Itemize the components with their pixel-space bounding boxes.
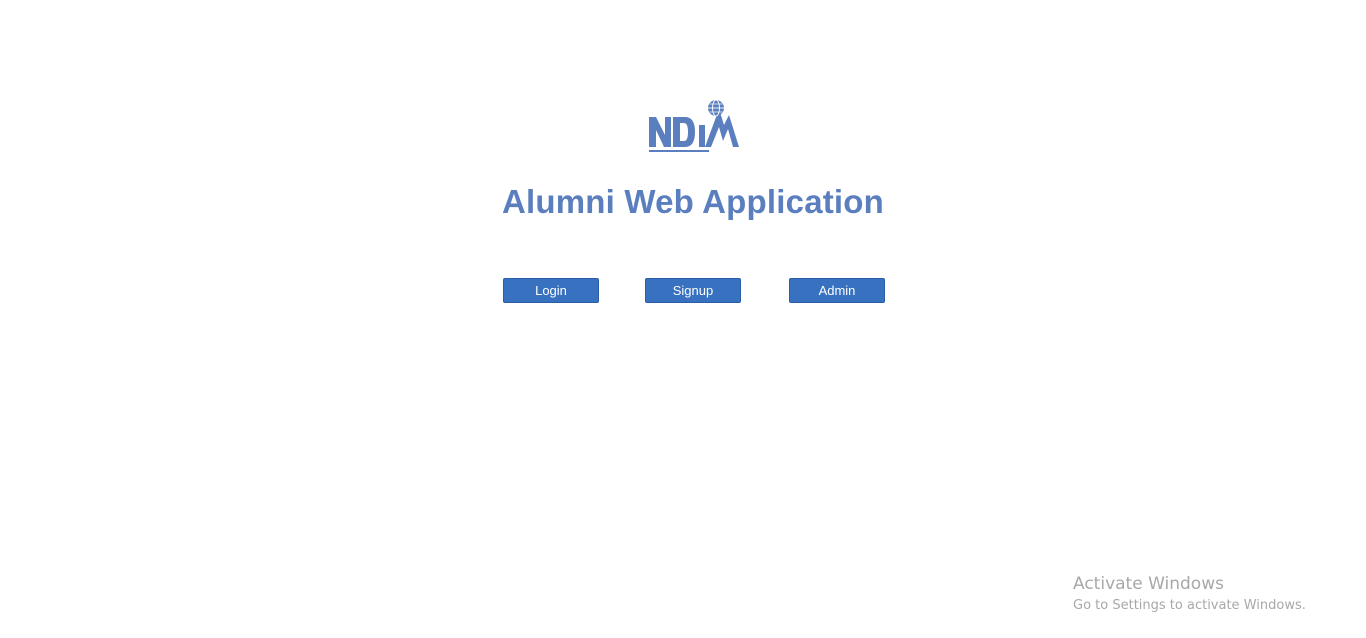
page-title: Alumni Web Application [501, 183, 885, 220]
login-button[interactable]: Login [503, 278, 599, 303]
landing-page: Alumni Web Application Login Signup Admi… [0, 0, 1366, 638]
watermark-title: Activate Windows [1073, 574, 1224, 594]
globe-icon [708, 99, 724, 117]
activate-windows-watermark: Activate Windows Go to Settings to activ… [1073, 572, 1306, 616]
watermark-subtitle: Go to Settings to activate Windows. [1073, 598, 1306, 613]
ndim-logo [649, 99, 739, 152]
admin-button[interactable]: Admin [789, 278, 885, 303]
signup-button[interactable]: Signup [645, 278, 741, 303]
